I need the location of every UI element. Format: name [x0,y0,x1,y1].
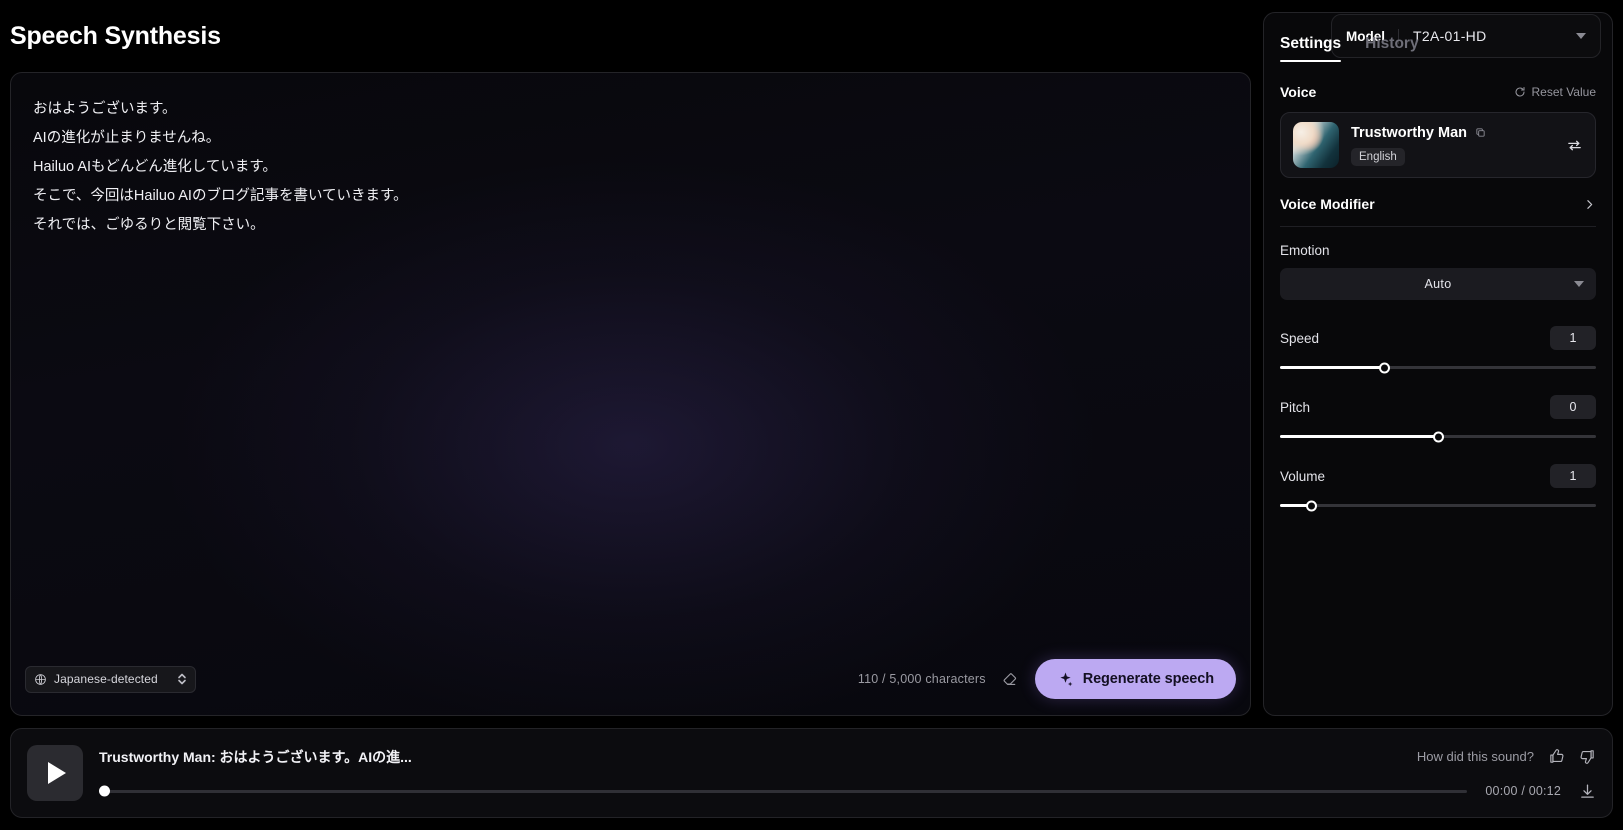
speed-slider-block: Speed 1 [1280,326,1596,373]
voice-language-badge: English [1351,147,1405,166]
volume-slider-head: Volume 1 [1280,464,1596,488]
playback-progress-bar[interactable] [99,785,1468,797]
chevron-right-icon [1587,199,1593,209]
pitch-slider-head: Pitch 0 [1280,395,1596,419]
regenerate-speech-button[interactable]: Regenerate speech [1034,659,1236,699]
speed-slider-head: Speed 1 [1280,326,1596,350]
editor-footer: Japanese-detected 110 / 5,000 characters [11,659,1250,715]
editor-line: Hailuo AIもどんどん進化しています。 [33,159,277,175]
play-icon [48,762,66,784]
reset-value-label: Reset Value [1531,85,1596,99]
player-bottom-row: 00:00 / 00:12 [99,783,1596,800]
tab-settings[interactable]: Settings [1280,35,1342,62]
swap-icon[interactable] [1566,137,1583,154]
copy-icon[interactable] [1475,127,1486,138]
speed-slider-fill [1280,366,1385,369]
emotion-label: Emotion [1280,243,1330,258]
voice-section-header: Voice Reset Value [1280,84,1596,100]
text-editor-panel: おはようございます。 AIの進化が止まりませんね。 Hailuo AIもどんどん… [10,72,1251,716]
chevron-down-icon [1576,33,1586,39]
pitch-value[interactable]: 0 [1550,395,1596,419]
playback-time: 00:00 / 00:12 [1485,784,1561,798]
editor-line: おはようございます。 [33,101,177,117]
thumbs-down-icon[interactable] [1579,748,1596,765]
feedback-group: How did this sound? [1397,748,1596,765]
pitch-slider[interactable] [1280,431,1596,442]
pitch-label: Pitch [1280,399,1311,415]
volume-slider[interactable] [1280,500,1596,511]
language-value: Japanese-detected [54,672,158,686]
track-title: Trustworthy Man: おはようございます。AIの進... [99,748,412,765]
thumbs-up-icon[interactable] [1548,748,1565,765]
player-top-row: Trustworthy Man: おはようございます。AIの進... How d… [99,747,1596,767]
refresh-icon [1515,87,1525,97]
character-count: 110 / 5,000 characters [857,672,986,686]
emotion-value: Auto [1424,277,1452,291]
emotion-field: Emotion Auto [1280,243,1596,300]
play-button[interactable] [27,745,83,801]
voice-section-title: Voice [1280,84,1317,100]
page-title: Speech Synthesis [10,21,221,50]
voice-modifier-row[interactable]: Voice Modifier [1280,178,1596,227]
chevron-down-icon [1574,281,1584,287]
editor-line: そこで、今回はHailuo AIのブログ記事を書いていきます。 [33,188,408,204]
volume-slider-thumb[interactable] [1306,500,1318,511]
language-selector[interactable]: Japanese-detected [25,665,196,693]
volume-slider-block: Volume 1 [1280,464,1596,511]
globe-icon [35,673,46,685]
speed-label: Speed [1280,330,1320,346]
playback-progress-thumb[interactable] [99,785,110,797]
editor-line: AIの進化が止まりませんね。 [33,130,221,146]
speed-slider-thumb[interactable] [1378,362,1390,373]
pitch-slider-thumb[interactable] [1432,431,1444,442]
pitch-slider-fill [1280,435,1438,438]
emotion-dropdown[interactable]: Auto [1280,268,1596,300]
eraser-icon[interactable] [1002,671,1019,688]
audio-player-bar: Trustworthy Man: おはようございます。AIの進... How d… [10,728,1613,818]
voice-card[interactable]: Trustworthy Man English [1280,112,1596,178]
reset-value-button[interactable]: Reset Value [1514,85,1596,99]
settings-sidebar: Settings History Voice Reset Value Trust… [1263,12,1613,716]
feedback-label: How did this sound? [1416,749,1534,764]
volume-label: Volume [1280,468,1326,484]
voice-avatar [1293,122,1339,168]
download-icon[interactable] [1579,783,1596,800]
speed-slider[interactable] [1280,362,1596,373]
sparkle-icon [1060,672,1073,686]
voice-info: Trustworthy Man English [1351,125,1486,166]
voice-name-row: Trustworthy Man [1351,125,1486,141]
regenerate-speech-label: Regenerate speech [1082,671,1214,687]
editor-footer-right: 110 / 5,000 characters Regenerate speech [858,659,1236,699]
body-row: おはようございます。 AIの進化が止まりませんね。 Hailuo AIもどんどん… [0,12,1623,716]
voice-modifier-label: Voice Modifier [1280,196,1375,212]
text-input-area[interactable]: おはようございます。 AIの進化が止まりませんね。 Hailuo AIもどんどん… [11,73,1250,659]
speech-synthesis-app: Speech Synthesis Model T2A-01-HD おはようござい… [0,0,1623,830]
editor-line: それでは、ごゆるりと閲覧下さい。 [33,217,265,233]
volume-value[interactable]: 1 [1550,464,1596,488]
voice-name: Trustworthy Man [1351,124,1468,141]
tab-history[interactable]: History [1365,35,1418,62]
pitch-slider-block: Pitch 0 [1280,395,1596,442]
speed-value[interactable]: 1 [1550,326,1596,350]
player-main: Trustworthy Man: おはようございます。AIの進... How d… [99,747,1596,800]
up-down-chevron-icon [177,673,186,685]
